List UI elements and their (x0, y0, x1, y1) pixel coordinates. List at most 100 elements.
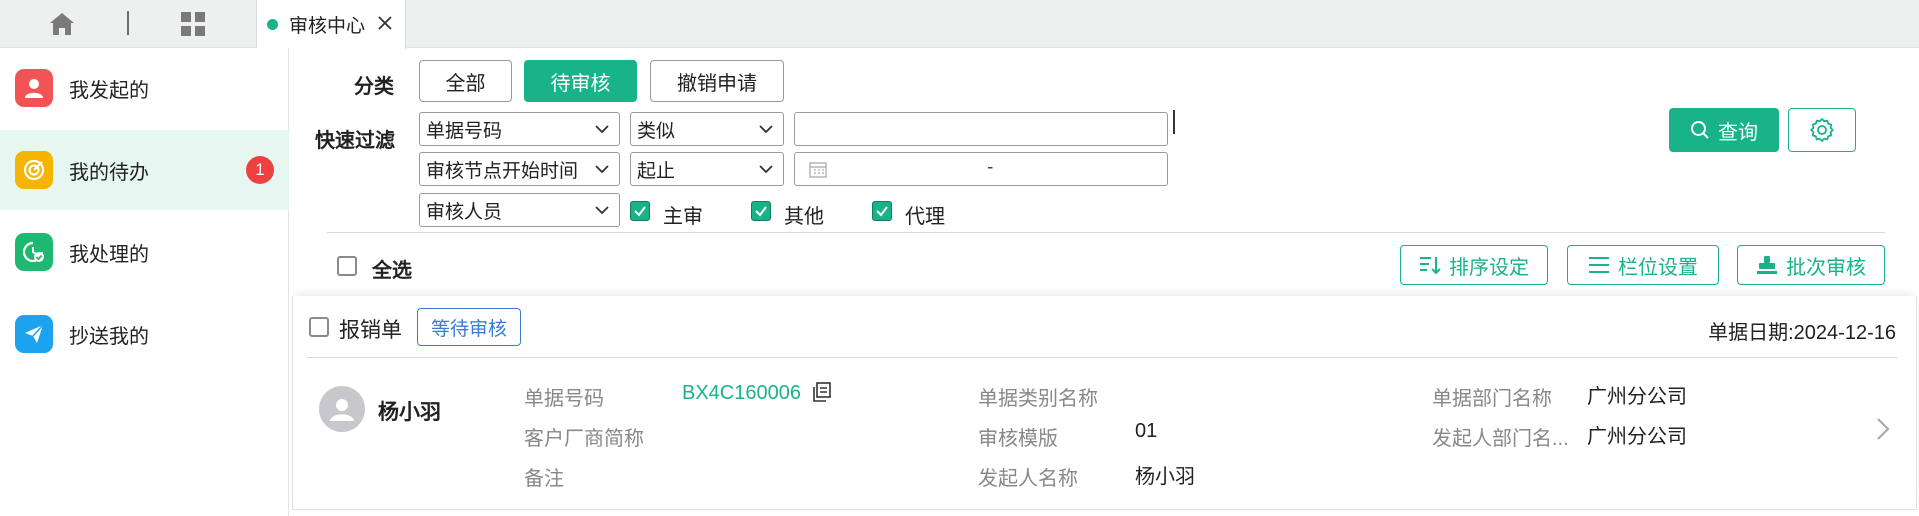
initiator-dept-label: 发起人部门名... (1432, 428, 1569, 450)
filter-field-select[interactable]: 审核人员 (419, 193, 620, 227)
stamp-icon (1757, 256, 1777, 274)
filter-operator-select[interactable]: 类似 (630, 112, 784, 146)
checkbox-agent-reviewer[interactable] (872, 201, 892, 221)
dept-value: 广州分公司 (1587, 386, 1687, 408)
select-all-checkbox[interactable] (337, 256, 357, 276)
filter-field-select[interactable]: 审核节点开始时间 (419, 152, 620, 186)
tab-active-dot (267, 19, 278, 30)
category-label: 分类 (354, 76, 394, 98)
send-icon (15, 315, 53, 353)
batch-review-button[interactable]: 批次审核 (1737, 245, 1885, 285)
date-range-picker[interactable]: - (794, 152, 1168, 186)
filter-settings-button[interactable] (1788, 108, 1856, 152)
sidebar-item-initiated[interactable]: 我发起的 (0, 48, 289, 128)
menu-lines-icon (1589, 257, 1609, 273)
avatar (319, 386, 365, 432)
checkbox-label: 代理 (905, 206, 945, 228)
category-all-button[interactable]: 全部 (419, 60, 512, 102)
top-tab-bar: 审核中心 (0, 0, 1919, 49)
column-settings-button[interactable]: 栏位设置 (1567, 245, 1719, 285)
status-badge: 等待审核 (417, 308, 521, 346)
user-avatar-icon (330, 399, 354, 421)
initiator-value: 杨小羽 (1135, 466, 1195, 488)
filter-operator-value: 起止 (637, 160, 676, 182)
chevron-down-icon (759, 125, 773, 134)
search-icon (1691, 121, 1709, 139)
customer-label: 客户厂商简称 (524, 428, 644, 450)
quick-filter-label: 快速过滤 (315, 130, 395, 152)
doc-no-link[interactable]: BX4C160006 (682, 382, 801, 405)
record-checkbox[interactable] (309, 317, 329, 337)
apps-button[interactable] (177, 9, 209, 39)
template-value: 01 (1135, 420, 1158, 442)
chevron-down-icon (595, 165, 609, 174)
card-divider (307, 357, 1897, 358)
template-label: 审核模版 (978, 428, 1058, 450)
apps-grid-icon (181, 12, 205, 36)
sidebar-item-processed[interactable]: 我处理的 (0, 212, 289, 292)
record-type: 报销单 (339, 319, 402, 342)
target-icon (15, 151, 53, 189)
sort-settings-button[interactable]: 排序设定 (1400, 245, 1548, 285)
filter-field-value: 单据号码 (426, 120, 503, 142)
check-clock-icon (15, 233, 53, 271)
record-card[interactable]: 报销单 等待审核 单据日期:2024-12-16 杨小羽 单据号码 BX4C16… (292, 296, 1917, 510)
note-label: 备注 (524, 468, 564, 490)
calendar-icon (809, 162, 827, 178)
sidebar-item-label: 抄送我的 (69, 325, 149, 348)
query-button[interactable]: 查询 (1669, 108, 1779, 152)
initiator-label: 发起人名称 (978, 468, 1078, 490)
user-icon (15, 69, 53, 107)
doc-no-label: 单据号码 (524, 388, 604, 410)
filter-divider (327, 232, 1885, 233)
close-icon (378, 16, 392, 30)
category-pending-button[interactable]: 待审核 (524, 60, 637, 102)
batch-review-label: 批次审核 (1786, 256, 1866, 279)
column-settings-label: 栏位设置 (1618, 256, 1698, 279)
tab-audit-center[interactable]: 审核中心 (256, 0, 406, 49)
sort-settings-label: 排序设定 (1449, 256, 1529, 279)
filter-field-value: 审核节点开始时间 (426, 160, 579, 182)
gear-icon (1810, 118, 1834, 142)
sidebar-item-label: 我的待办 (69, 161, 149, 184)
chevron-right-icon (1877, 418, 1890, 440)
copy-button[interactable] (812, 382, 832, 408)
person-name: 杨小羽 (378, 401, 441, 424)
copy-icon (813, 382, 831, 402)
chevron-down-icon (759, 165, 773, 174)
filter-field-select[interactable]: 单据号码 (419, 112, 620, 146)
type-name-label: 单据类别名称 (978, 388, 1098, 410)
sidebar: 我发起的 我的待办 1 我处理的 抄送我的 (0, 48, 289, 516)
tab-close-button[interactable] (375, 13, 395, 33)
checkbox-label: 其他 (784, 206, 824, 228)
home-button[interactable] (46, 9, 78, 39)
filter-operator-value: 类似 (637, 120, 676, 142)
checkbox-label: 主审 (663, 206, 703, 228)
check-icon (755, 206, 767, 217)
initiator-dept-value: 广州分公司 (1587, 426, 1687, 448)
sidebar-item-cc[interactable]: 抄送我的 (0, 294, 289, 374)
record-date: 单据日期:2024-12-16 (1708, 322, 1896, 344)
date-range-separator: - (987, 157, 994, 178)
category-revoke-button[interactable]: 撤销申请 (650, 60, 784, 102)
sidebar-item-label: 我处理的 (69, 243, 149, 266)
dept-label: 单据部门名称 (1432, 388, 1552, 410)
filter-operator-select[interactable]: 起止 (630, 152, 784, 186)
sort-icon (1420, 257, 1441, 275)
query-button-label: 查询 (1718, 121, 1758, 144)
sidebar-item-label: 我发起的 (69, 79, 149, 102)
text-cursor (1173, 110, 1175, 134)
todo-count-badge: 1 (246, 156, 274, 184)
sidebar-item-todo[interactable]: 我的待办 1 (0, 130, 289, 210)
check-icon (634, 206, 646, 217)
chevron-down-icon (595, 206, 609, 215)
check-icon (876, 206, 888, 217)
filter-value-input[interactable] (794, 112, 1168, 146)
filter-field-value: 审核人员 (426, 201, 503, 223)
expand-button[interactable] (1875, 416, 1891, 448)
tab-label: 审核中心 (289, 16, 366, 37)
checkbox-other-reviewer[interactable] (751, 201, 771, 221)
chevron-down-icon (595, 125, 609, 134)
select-all-label: 全选 (372, 260, 412, 282)
checkbox-primary-reviewer[interactable] (630, 201, 650, 221)
